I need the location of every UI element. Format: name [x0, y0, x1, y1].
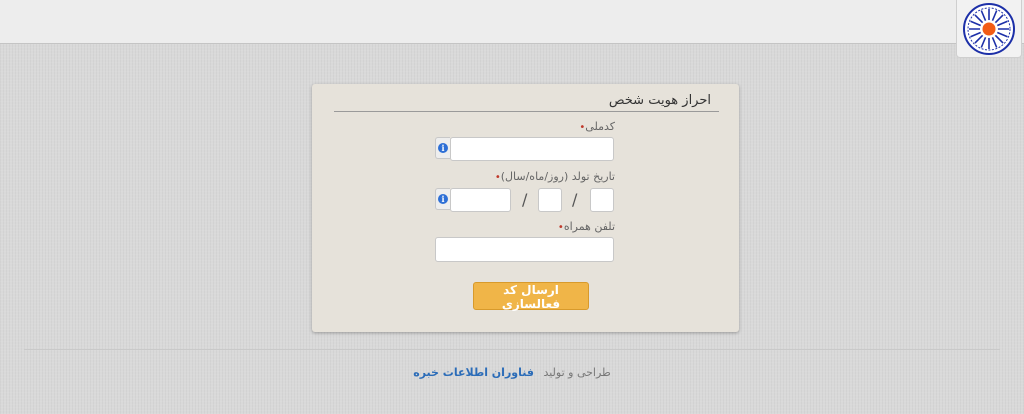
- birth-date-info-button[interactable]: i: [435, 188, 450, 210]
- national-code-label: کدملی•: [579, 120, 615, 133]
- footer-company-link[interactable]: فناوران اطلاعات خبره: [413, 366, 534, 379]
- date-separator: /: [522, 190, 528, 209]
- university-emblem-icon: [963, 2, 1015, 55]
- footer: طراحی و تولید فناوران اطلاعات خبره: [0, 366, 1024, 379]
- national-code-input[interactable]: [450, 137, 614, 161]
- birth-date-label: تاریخ تولد (روز/ماه/سال)•: [494, 170, 615, 183]
- identity-verification-card: احراز هویت شخص کدملی• i تاریخ تولد (روز/…: [312, 84, 739, 332]
- logo[interactable]: [956, 0, 1022, 58]
- date-separator: /: [572, 190, 578, 209]
- info-icon: i: [438, 143, 448, 153]
- info-icon: i: [438, 194, 448, 204]
- card-title: احراز هویت شخص: [334, 90, 719, 112]
- send-activation-code-button[interactable]: ارسال کد فعالسازی: [473, 282, 589, 311]
- footer-prefix: طراحی و تولید: [543, 366, 611, 379]
- birth-day-input[interactable]: [590, 188, 614, 212]
- mobile-input[interactable]: [435, 237, 614, 262]
- top-bar: [0, 0, 1024, 44]
- birth-year-input[interactable]: [450, 188, 511, 212]
- mobile-label: تلفن همراه•: [557, 220, 615, 233]
- national-code-info-button[interactable]: i: [435, 137, 450, 159]
- footer-divider: [24, 349, 1000, 350]
- birth-month-input[interactable]: [538, 188, 562, 212]
